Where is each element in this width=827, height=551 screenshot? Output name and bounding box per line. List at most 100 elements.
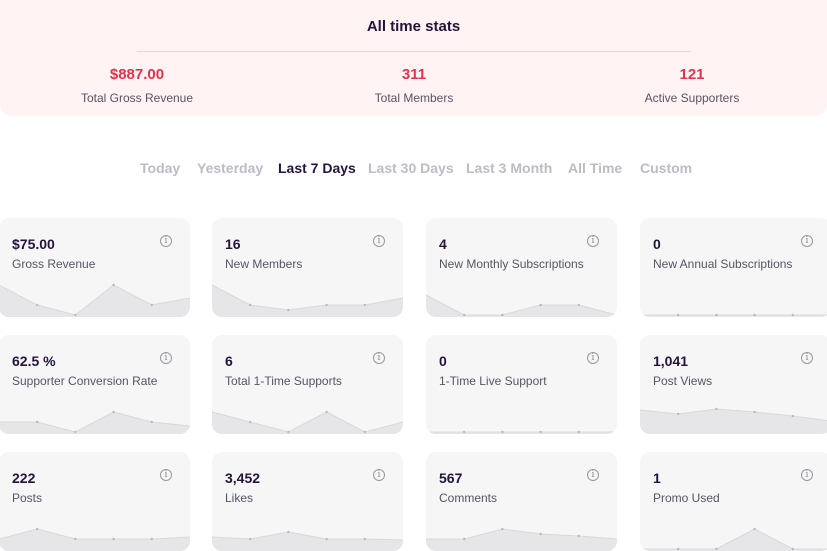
sparkline-chart — [212, 284, 403, 317]
sparkline-chart — [640, 527, 827, 551]
sparkline-point — [325, 303, 328, 307]
sparkline-point — [150, 537, 153, 541]
sparkline-point — [715, 407, 718, 411]
sparkline-point — [677, 313, 680, 317]
card-label: Post Views — [653, 374, 713, 388]
sparkline-chart — [640, 407, 827, 434]
card-label: 1-Time Live Support — [439, 374, 547, 388]
sparkline-area — [212, 412, 403, 434]
info-circle-icon[interactable]: i — [587, 352, 599, 364]
date-range-tabs: Today Yesterday Last 7 Days Last 30 Days… — [0, 160, 827, 180]
sparkline-point — [463, 313, 466, 317]
sparkline-point — [463, 537, 466, 541]
info-circle-icon[interactable]: i — [801, 235, 813, 247]
card-label: New Members — [225, 257, 303, 271]
card-value: 1 — [653, 470, 661, 486]
sparkline-point — [150, 420, 153, 424]
tab-all-time[interactable]: All Time — [568, 160, 622, 176]
sparkline-area — [212, 285, 403, 317]
stat-card-total-1-time-supports: 6 Total 1-Time Supports i — [212, 335, 403, 434]
tab-today[interactable]: Today — [140, 160, 180, 176]
sparkline-chart — [426, 430, 617, 434]
card-label: Total 1-Time Supports — [225, 374, 342, 388]
info-circle-icon[interactable]: i — [373, 469, 385, 481]
tab-custom[interactable]: Custom — [640, 160, 692, 176]
stat-card-1-time-live-support: 0 1-Time Live Support i — [426, 335, 617, 434]
card-value: 567 — [439, 470, 463, 486]
stat-label: Total Gross Revenue — [80, 91, 194, 105]
card-value: $75.00 — [12, 236, 55, 252]
sparkline-point — [249, 537, 252, 541]
sparkline-point — [36, 420, 39, 424]
card-value: 62.5 % — [12, 353, 56, 369]
stat-card-posts: 222 Posts i — [0, 452, 190, 551]
sparkline-chart — [0, 410, 190, 434]
card-label: New Annual Subscriptions — [653, 257, 793, 271]
sparkline-point — [677, 412, 680, 416]
sparkline-point — [539, 303, 542, 307]
sparkline-point — [577, 534, 580, 538]
sparkline-area — [212, 532, 403, 551]
tab-last-7-days[interactable]: Last 7 Days — [278, 160, 356, 176]
sparkline-point — [539, 532, 542, 536]
info-circle-icon[interactable]: i — [373, 235, 385, 247]
sparkline-point — [287, 308, 290, 312]
info-circle-icon[interactable]: i — [587, 235, 599, 247]
sparkline-chart — [0, 283, 190, 317]
sparkline-chart — [426, 527, 617, 551]
info-circle-icon[interactable]: i — [587, 469, 599, 481]
card-label: Supporter Conversion Rate — [12, 374, 158, 388]
sparkline-point — [791, 547, 794, 551]
card-label: New Monthly Subscriptions — [439, 257, 584, 271]
stat-value: $887.00 — [109, 66, 165, 83]
card-label: Gross Revenue — [12, 257, 96, 271]
sparkline-point — [112, 537, 115, 541]
info-circle-icon[interactable]: i — [160, 469, 172, 481]
all-time-stats-title: All time stats — [366, 18, 461, 35]
info-circle-icon[interactable]: i — [801, 469, 813, 481]
sparkline-point — [577, 303, 580, 307]
info-circle-icon[interactable]: i — [373, 352, 385, 364]
sparkline-point — [501, 527, 504, 531]
sparkline-chart — [0, 527, 190, 551]
stat-value: 121 — [679, 66, 705, 83]
card-label: Likes — [225, 491, 254, 505]
card-label: Posts — [12, 491, 43, 505]
sparkline-point — [791, 313, 794, 317]
all-time-stats-panel: All time stats $887.00 Total Gross Reven… — [0, 0, 827, 116]
sparkline-point — [753, 410, 756, 414]
tab-yesterday[interactable]: Yesterday — [197, 160, 263, 176]
sparkline-chart — [212, 410, 403, 434]
sparkline-point — [577, 430, 580, 434]
tab-last-30-days[interactable]: Last 30 Days — [368, 160, 454, 176]
sparkline-point — [363, 303, 366, 307]
sparkline-point — [363, 430, 366, 434]
sparkline-point — [150, 303, 153, 307]
divider — [137, 51, 691, 52]
sparkline-point — [715, 547, 718, 551]
info-circle-icon[interactable]: i — [801, 352, 813, 364]
stat-card-gross-revenue: $75.00 Gross Revenue i — [0, 218, 190, 317]
sparkline-chart — [426, 294, 617, 317]
sparkline-point — [36, 303, 39, 307]
info-circle-icon[interactable]: i — [160, 235, 172, 247]
stat-total-gross-revenue: $887.00 Total Gross Revenue — [37, 66, 237, 105]
stat-card-promo-used: 1 Promo Used i — [640, 452, 827, 551]
sparkline-point — [325, 410, 328, 414]
sparkline-point — [287, 430, 290, 434]
card-label: Comments — [439, 491, 498, 505]
sparkline-point — [112, 283, 115, 287]
sparkline-point — [325, 537, 328, 541]
info-circle-icon[interactable]: i — [160, 352, 172, 364]
sparkline-area — [426, 295, 617, 317]
stat-active-supporters: 121 Active Supporters — [592, 66, 792, 105]
sparkline-point — [112, 410, 115, 414]
sparkline-point — [501, 430, 504, 434]
sparkline-point — [539, 430, 542, 434]
sparkline-point — [74, 430, 77, 434]
card-value: 16 — [225, 236, 241, 252]
card-label: Promo Used — [653, 491, 720, 505]
sparkline-point — [36, 527, 39, 531]
stat-card-post-views: 1,041 Post Views i — [640, 335, 827, 434]
tab-last-3-month[interactable]: Last 3 Month — [466, 160, 552, 176]
